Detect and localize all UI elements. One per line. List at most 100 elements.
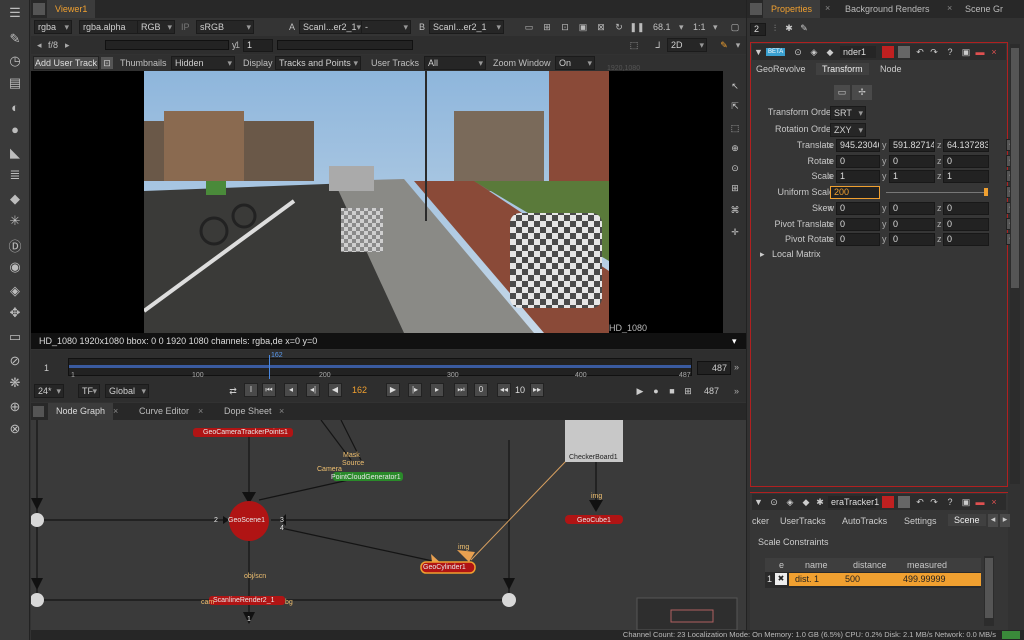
- close-icon[interactable]: ×: [988, 496, 1000, 508]
- pointer-icon[interactable]: ↖: [728, 79, 742, 93]
- uniform-scale-field[interactable]: 200: [830, 186, 880, 199]
- tab-viewer1[interactable]: Viewer1: [47, 0, 96, 18]
- next-increment-button[interactable]: ▸: [430, 383, 444, 397]
- uniform-scale-slider[interactable]: [886, 192, 988, 193]
- scrollbar-thumb[interactable]: [1011, 48, 1019, 288]
- redo-icon[interactable]: ↷: [928, 46, 940, 58]
- node-color-swatch[interactable]: [882, 46, 894, 58]
- crosshair-icon[interactable]: ⊙: [728, 161, 742, 175]
- max-panels-field[interactable]: 2: [750, 23, 766, 36]
- pivot-translate-z-field[interactable]: 0: [943, 218, 989, 231]
- pivot-rotate-y-field[interactable]: 0: [889, 233, 935, 246]
- brush-icon[interactable]: ✎: [0, 28, 30, 50]
- collapse-icon[interactable]: ▼: [754, 47, 763, 57]
- node-graph-canvas[interactable]: GeoCameraTrackerPoints1 Mask Source Came…: [31, 420, 746, 630]
- refresh-icon[interactable]: ↻: [613, 21, 625, 33]
- close-icon[interactable]: ×: [988, 46, 1000, 58]
- tab-curve-editor[interactable]: Curve Editor: [131, 403, 197, 420]
- skew-x-field[interactable]: 0: [836, 202, 880, 215]
- column-header-e[interactable]: e: [779, 560, 784, 570]
- stop-icon[interactable]: ■: [666, 385, 678, 397]
- transform-order-dropdown[interactable]: SRT: [830, 106, 866, 120]
- scale-x-field[interactable]: 1: [836, 170, 880, 183]
- pivot-translate-y-field[interactable]: 0: [889, 218, 935, 231]
- help-icon[interactable]: ?: [944, 496, 956, 508]
- playback-mode-icon[interactable]: ⇄: [226, 384, 240, 398]
- viewer-link-icon[interactable]: ◈: [784, 496, 796, 508]
- step-forward-button[interactable]: ▸▸: [530, 383, 544, 397]
- close-icon[interactable]: ×: [113, 406, 118, 416]
- cache-icon[interactable]: ⊞: [682, 385, 694, 397]
- prev-keyframe-button[interactable]: ◂|: [306, 383, 320, 397]
- tab-node-graph[interactable]: Node Graph: [48, 403, 114, 420]
- float-icon[interactable]: ▣: [960, 496, 972, 508]
- scale-z-field[interactable]: 1: [943, 170, 989, 183]
- pivot-rotate-x-field[interactable]: 0: [836, 233, 880, 246]
- crop-icon[interactable]: ⬚: [627, 38, 641, 52]
- rect-select-icon[interactable]: ⬚: [728, 121, 742, 135]
- clock-icon[interactable]: ◷: [0, 50, 30, 72]
- fstop-prev[interactable]: ◂: [37, 38, 42, 52]
- next-frame-button[interactable]: |▸: [408, 383, 422, 397]
- skew-z-field[interactable]: 0: [943, 202, 989, 215]
- tab-properties[interactable]: Properties: [763, 0, 821, 18]
- b-input-dropdown[interactable]: ScanI...er2_1: [429, 20, 504, 34]
- track-options-icon[interactable]: ⊡: [101, 57, 113, 69]
- gamma-slider[interactable]: [277, 40, 413, 50]
- tab-dope-sheet[interactable]: Dope Sheet: [216, 403, 280, 420]
- node-geocameratrackerpoints[interactable]: GeoCameraTrackerPoints1: [203, 429, 288, 436]
- node-checkerboard[interactable]: CheckerBoard1: [569, 454, 618, 461]
- close-icon[interactable]: ×: [825, 3, 830, 13]
- user-tracks-dropdown[interactable]: All: [424, 56, 486, 70]
- node-color-swatch[interactable]: [882, 496, 894, 508]
- paint-brush-icon[interactable]: ✎: [717, 38, 731, 52]
- undo-icon[interactable]: [898, 46, 910, 58]
- select-icon[interactable]: ⇱: [728, 99, 742, 113]
- close-icon[interactable]: ×: [947, 3, 952, 13]
- local-matrix-toggle[interactable]: Local Matrix: [772, 249, 821, 259]
- zoom-icon[interactable]: ⊞: [728, 181, 742, 195]
- row-name[interactable]: dist. 1: [795, 574, 819, 584]
- record-icon[interactable]: ●: [650, 385, 662, 397]
- checkbox-enabled[interactable]: ✖: [775, 573, 787, 585]
- tab-scene[interactable]: Scene: [948, 514, 986, 526]
- pane-menu-icon[interactable]: [33, 3, 45, 15]
- thumbnails-dropdown[interactable]: Hidden: [171, 56, 235, 70]
- tab-scroll-left[interactable]: ◂: [988, 514, 998, 527]
- mode-2d-dropdown[interactable]: 2D: [667, 38, 707, 52]
- viewer-link-icon[interactable]: ◈: [808, 46, 820, 58]
- close-icon[interactable]: ×: [279, 406, 284, 416]
- node-pointcloudgenerator[interactable]: PointCloudGenerator1: [331, 474, 401, 481]
- node-scanlinerender[interactable]: ScanlineRender2_1: [213, 597, 275, 604]
- info-expand-arrow[interactable]: ▾: [732, 333, 737, 349]
- link-icon[interactable]: ⌘: [728, 203, 742, 217]
- column-header-measured[interactable]: measured: [907, 560, 947, 570]
- collapse-icon[interactable]: ▼: [754, 497, 763, 507]
- bars-icon[interactable]: ⫶: [770, 22, 780, 34]
- eye-icon[interactable]: ◉: [0, 256, 30, 278]
- help-icon[interactable]: ?: [944, 46, 956, 58]
- overlay-icon[interactable]: ⊞: [541, 21, 553, 33]
- zoom-window-dropdown[interactable]: On: [555, 56, 595, 70]
- layers-icon[interactable]: ≣: [0, 164, 30, 186]
- menu-icon[interactable]: ☰: [0, 2, 30, 24]
- y-value-field[interactable]: 1: [243, 39, 273, 52]
- row-measured[interactable]: 499.99999: [903, 574, 946, 584]
- track-icon[interactable]: ⊕: [728, 141, 742, 155]
- node-icon[interactable]: ◆: [824, 46, 836, 58]
- play-backward-button[interactable]: ◀: [328, 383, 342, 397]
- tracker-scrollbar[interactable]: [984, 556, 994, 626]
- table-row[interactable]: 1 ✖ dist. 1 500 499.99999: [765, 573, 981, 586]
- node-geocylinder[interactable]: GeoCylinder1: [423, 564, 466, 571]
- column-header-name[interactable]: name: [805, 560, 828, 570]
- play-forward-button[interactable]: ▶: [386, 383, 400, 397]
- rotate-z-field[interactable]: 0: [943, 155, 989, 168]
- axis-icon[interactable]: ⅃: [651, 38, 665, 52]
- pane-menu-icon[interactable]: [750, 3, 762, 15]
- palette-icon[interactable]: ▤: [0, 72, 30, 94]
- float-icon[interactable]: ▣: [960, 46, 972, 58]
- revert-icon[interactable]: ↶: [914, 46, 926, 58]
- circle-icon[interactable]: ●: [0, 118, 30, 140]
- pivot-rotate-z-field[interactable]: 0: [943, 233, 989, 246]
- globe-icon[interactable]: ⊗: [0, 418, 30, 440]
